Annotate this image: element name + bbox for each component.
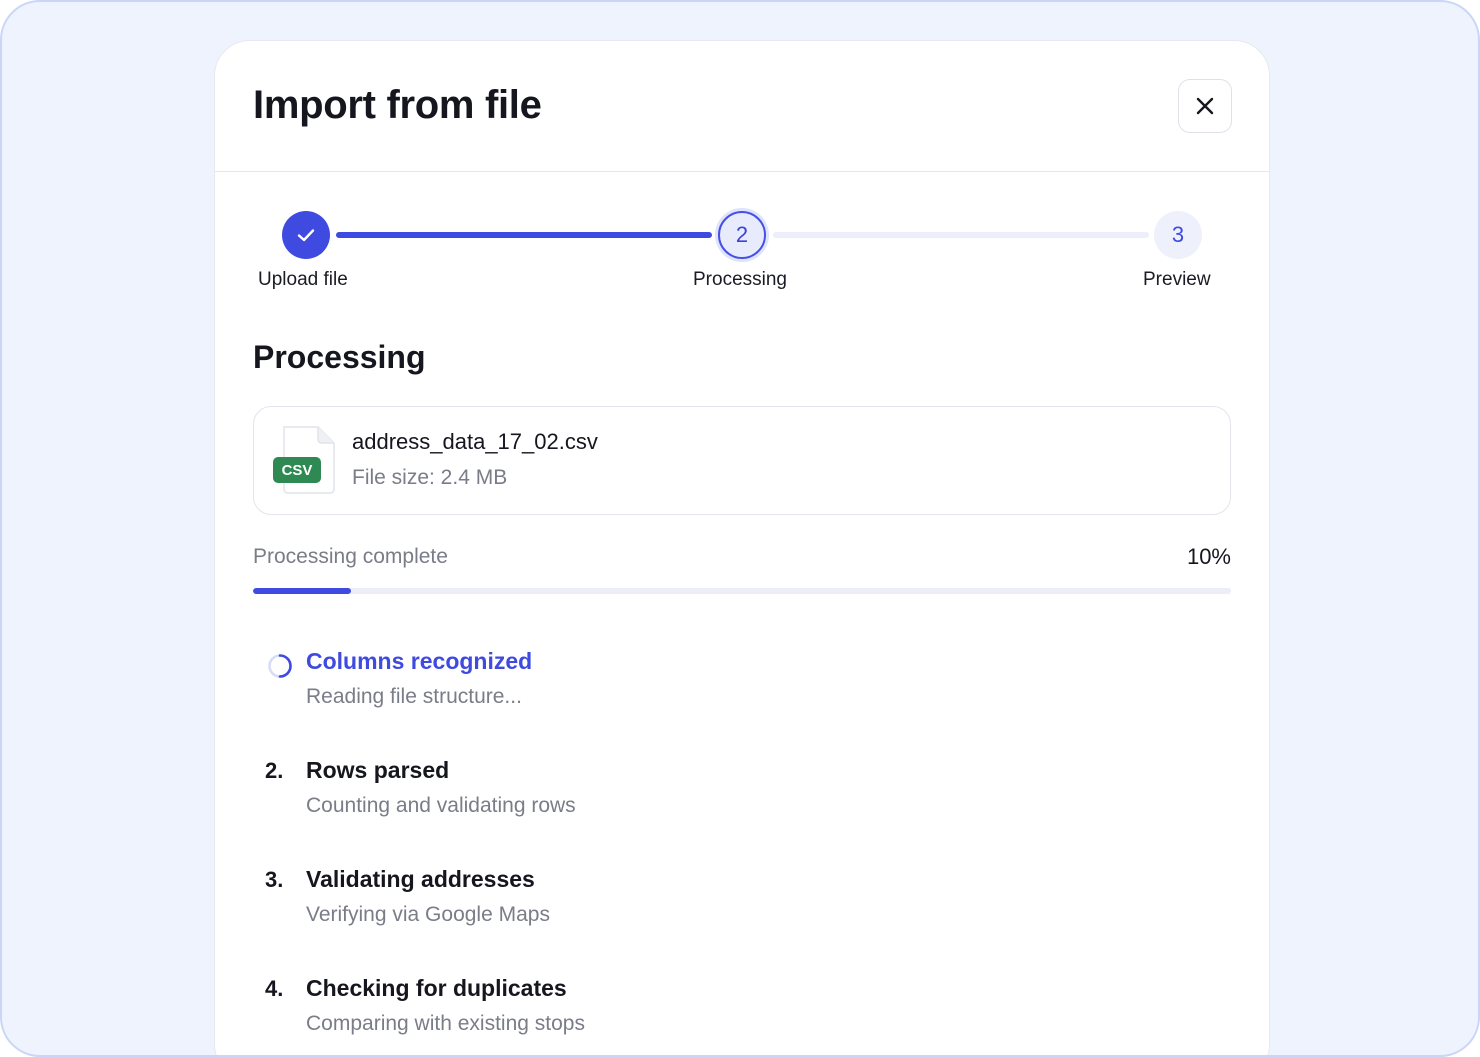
- file-size: File size: 2.4 MB: [352, 466, 508, 489]
- step-preview-label: Preview: [1143, 269, 1211, 290]
- progress-bar: [253, 588, 1231, 594]
- task-title: Checking for duplicates: [306, 975, 567, 1001]
- stepper-connector-pending: [773, 232, 1149, 238]
- step-upload-file-label: Upload file: [258, 269, 348, 290]
- task-title: Columns recognized: [306, 648, 533, 674]
- task-item: 3. Validating addresses Verifying via Go…: [253, 866, 1231, 976]
- step-preview-indicator: 3: [1154, 211, 1202, 259]
- task-number: 3.: [265, 867, 284, 892]
- task-number: 2.: [265, 758, 284, 783]
- task-list: Columns recognized Reading file structur…: [253, 648, 1231, 1055]
- step-upload-file-indicator: [282, 211, 330, 259]
- task-description: Counting and validating rows: [306, 794, 576, 817]
- task-title: Rows parsed: [306, 757, 450, 783]
- task-item: 2. Rows parsed Counting and validating r…: [253, 757, 1231, 867]
- step-processing-label: Processing: [693, 269, 787, 290]
- spinner-icon: [268, 654, 292, 678]
- task-item: Columns recognized Reading file structur…: [253, 648, 1231, 758]
- csv-file-icon: CSV: [273, 426, 335, 494]
- progress-percent: 10%: [1186, 544, 1231, 569]
- section-title: Processing: [253, 339, 426, 375]
- file-card: CSV address_data_17_02.csv File size: 2.…: [253, 406, 1231, 515]
- stepper-connector-completed: [336, 232, 712, 238]
- check-icon: [297, 229, 315, 242]
- task-description: Comparing with existing stops: [306, 1012, 585, 1035]
- task-description: Verifying via Google Maps: [306, 903, 550, 926]
- progress-label: Processing complete: [253, 545, 448, 568]
- task-description: Reading file structure...: [306, 685, 522, 708]
- app-background: Import from file 2 3 Upload file Process…: [0, 0, 1480, 1057]
- import-modal: Import from file 2 3 Upload file Process…: [214, 40, 1270, 1055]
- progress-bar-fill: [253, 588, 351, 594]
- file-name: address_data_17_02.csv: [352, 429, 598, 454]
- csv-badge-label: CSV: [282, 462, 313, 479]
- import-stepper: 2 3 Upload file Processing Preview: [215, 41, 1269, 341]
- task-title: Validating addresses: [306, 866, 535, 892]
- task-number: 4.: [265, 976, 284, 1001]
- step-processing-indicator: 2: [718, 211, 766, 259]
- task-item: 4. Checking for duplicates Comparing wit…: [253, 975, 1231, 1055]
